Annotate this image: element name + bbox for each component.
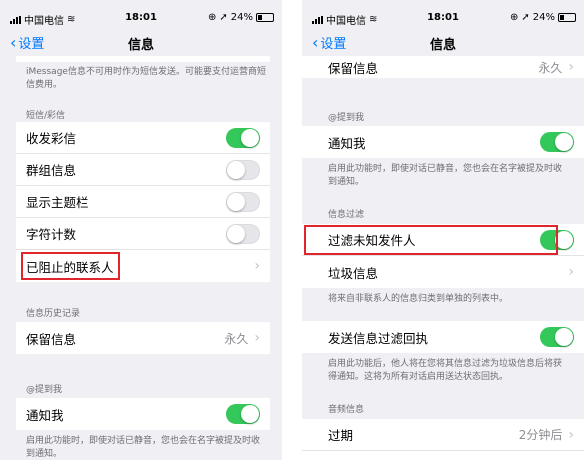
battery-icon xyxy=(558,13,576,22)
status-bar: 中国电信 ≋ 18:01 ⊕ ➚ 24% xyxy=(302,0,584,30)
row-group-messaging: 群组信息 xyxy=(16,154,270,186)
location-icon: ➚ xyxy=(521,12,530,23)
battery-percent: 24% xyxy=(230,12,253,23)
imessage-note: iMessage信息不可用时作为短信发送。可能要支付运营商短信费用。 xyxy=(26,67,266,90)
row-notify-me: 通知我 xyxy=(16,398,270,430)
row-value: 2分钟后 xyxy=(518,428,563,442)
group-messaging-toggle[interactable] xyxy=(226,159,260,180)
filter-header: 信息过滤 xyxy=(328,210,365,220)
battery-percent: 24% xyxy=(532,12,555,23)
character-count-toggle[interactable] xyxy=(226,223,260,244)
row-value: 永久 xyxy=(538,60,563,75)
row-keep-messages[interactable]: 保留信息 永久 › xyxy=(16,322,270,354)
row-partial xyxy=(302,451,584,460)
row-expire[interactable]: 过期 2分钟后 › xyxy=(302,419,584,451)
row-label: 过期 xyxy=(328,428,354,443)
notify-me-toggle[interactable] xyxy=(226,404,260,424)
page-title: 信息 xyxy=(127,38,154,53)
lock-rotation-icon: ⊕ xyxy=(509,12,519,23)
status-right: ⊕ ➚ 24% xyxy=(510,12,576,23)
row-show-subject: 显示主题栏 xyxy=(16,186,270,218)
row-notify-me: 通知我 xyxy=(302,126,584,158)
row-send-receipts: 发送信息过滤回执 xyxy=(302,321,584,353)
row-label: 收发彩信 xyxy=(26,131,77,146)
row-mms: 收发彩信 xyxy=(16,122,270,154)
row-keep-messages[interactable]: 保留信息 永久 › xyxy=(302,56,584,78)
nav-bar: ‹ 设置 信息 xyxy=(0,30,282,56)
history-header: 信息历史记录 xyxy=(26,309,81,319)
chevron-right-icon: › xyxy=(568,426,574,443)
nav-bar: ‹ 设置 信息 xyxy=(302,30,584,56)
notify-note: 启用此功能时，即使对话已静音，您也会在名字被提及时收到通知。 xyxy=(26,436,261,459)
status-right: ⊕ ➚ 24% xyxy=(208,12,274,23)
row-junk[interactable]: 垃圾信息 › xyxy=(302,256,584,288)
junk-note: 将来自非联系人的信息归类到单独的列表中。 xyxy=(328,294,509,304)
row-label: 发送信息过滤回执 xyxy=(328,330,429,346)
row-label: 显示主题栏 xyxy=(26,195,89,210)
chevron-right-icon: › xyxy=(568,59,574,75)
row-character-count: 字符计数 xyxy=(16,218,270,250)
mention-header: @提到我 xyxy=(26,385,63,395)
chevron-right-icon: › xyxy=(568,264,574,280)
notify-note: 启用此功能时，即使对话已静音，您也会在名字被提及时收到通知。 xyxy=(328,164,563,187)
row-value: 永久 xyxy=(224,331,249,346)
row-label: 通知我 xyxy=(26,407,64,423)
row-label: 保留信息 xyxy=(26,331,77,347)
notify-me-toggle[interactable] xyxy=(540,132,574,152)
audio-header: 音频信息 xyxy=(328,405,365,415)
receipts-note: 启用此功能后，他人将在您将其信息过滤为垃圾信息后将获得通知。这将为所有对话启用送… xyxy=(328,359,563,382)
right-screenshot: 中国电信 ≋ 18:01 ⊕ ➚ 24% ‹ 设置 信息 保留信息 永久 › @… xyxy=(302,0,584,460)
show-subject-toggle[interactable] xyxy=(226,191,260,212)
highlight-box xyxy=(304,225,558,255)
battery-icon xyxy=(256,13,274,22)
lock-rotation-icon: ⊕ xyxy=(207,12,217,23)
left-screenshot: 中国电信 ≋ 18:01 ⊕ ➚ 24% ‹ 设置 信息 iMessage信息不… xyxy=(0,0,282,460)
mms-toggle[interactable] xyxy=(226,127,260,148)
sms-mms-header: 短信/彩信 xyxy=(26,111,66,121)
chevron-right-icon: › xyxy=(254,330,260,346)
highlight-box xyxy=(21,252,120,280)
row-label: 保留信息 xyxy=(328,60,379,76)
send-receipts-toggle[interactable] xyxy=(540,327,574,347)
location-icon: ➚ xyxy=(219,12,228,23)
row-label: 垃圾信息 xyxy=(328,265,379,281)
row-label: 字符计数 xyxy=(26,227,77,242)
row-label: 通知我 xyxy=(328,135,366,151)
row-label: 群组信息 xyxy=(26,163,77,178)
mention-header: @提到我 xyxy=(328,113,365,123)
row-bottom-edge xyxy=(16,56,270,62)
page-title: 信息 xyxy=(429,38,456,53)
status-bar: 中国电信 ≋ 18:01 ⊕ ➚ 24% xyxy=(0,0,282,30)
chevron-right-icon: › xyxy=(254,258,260,274)
